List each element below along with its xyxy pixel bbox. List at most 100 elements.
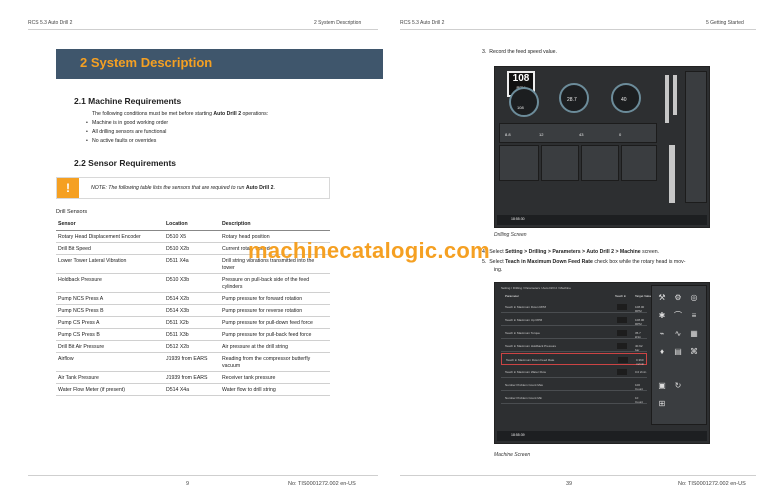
- network-icon[interactable]: ⌘: [687, 345, 701, 359]
- header-doc-title: RCS 5.3 Auto Drill 2: [28, 20, 73, 26]
- parameter-row[interactable]: Number Problem Count Min 10 Count: [501, 392, 647, 404]
- header-doc-title: RCS 5.3 Auto Drill 2: [400, 20, 445, 26]
- header-chapter: 2 System Description: [314, 20, 362, 26]
- pipe-icon[interactable]: ⊞: [655, 397, 669, 411]
- header-rule: [28, 29, 378, 30]
- control-tile: [581, 145, 619, 181]
- status-bar: 18:55:39: [497, 431, 707, 441]
- figure-caption: Drilling Screen: [494, 232, 527, 238]
- table-row: Air Tank Pressure J1939 from EARS Receiver…: [56, 371, 330, 384]
- cycle-icon[interactable]: ↻: [671, 379, 685, 393]
- table-caption: Drill Sensors: [56, 209, 88, 215]
- parameter-row[interactable]: Teach in Maximum Water Flow 0.0 l/min: [501, 366, 647, 378]
- cell-sensor: Lower Tower Lateral Vibration: [56, 254, 164, 274]
- cell-description: Pump pressure for pull-back feed force: [220, 328, 330, 341]
- teach-in-checkbox[interactable]: [617, 343, 627, 349]
- parameter-row[interactable]: Number Problem Count Max 100 Count: [501, 379, 647, 391]
- gauge-value: 28.7: [567, 97, 577, 103]
- cell-location: D511 X3b: [164, 328, 220, 341]
- note-callout: ! NOTE: The following table lists the se…: [56, 177, 330, 199]
- table-row: Pump CS Press A D511 X2b Pump pressure for…: [56, 316, 330, 329]
- cell-description: Reading from the compressor butterfly va…: [220, 352, 330, 372]
- bit-icon[interactable]: ♦: [655, 345, 669, 359]
- teach-in-checkbox[interactable]: [617, 317, 627, 323]
- cell-description: Water flow to drill string: [220, 383, 330, 396]
- table-row: Pump NCS Press A D514 X2b Pump pressure fo…: [56, 292, 330, 305]
- bullet-item: No active faults or overrides: [86, 138, 156, 144]
- cell-description: Pump pressure for pull-down feed force: [220, 316, 330, 329]
- level-bar: [673, 75, 677, 115]
- column-header: Location: [164, 218, 220, 231]
- autodrill-icon[interactable]: ▣: [655, 379, 669, 393]
- footer-doc-number: No: TIS0001272.002 en-US: [288, 481, 356, 487]
- footer-page-number: 9: [186, 481, 190, 487]
- cell-description: Pump pressure for reverse rotation: [220, 304, 330, 317]
- cell-location: D510 X2b: [164, 242, 220, 255]
- control-tile: [499, 145, 539, 181]
- cell-description: Pressure on pull-back side of the feed c…: [220, 273, 330, 293]
- breadcrumb: Setting / Drilling / Parameters / Auto D…: [501, 286, 571, 290]
- cell-location: J1939 from EARS: [164, 352, 220, 372]
- tune-icon[interactable]: ≡: [687, 309, 701, 323]
- signal-icon[interactable]: ⌁: [655, 327, 669, 341]
- globe-icon[interactable]: ◎: [687, 291, 701, 305]
- column-header: Teach in: [615, 294, 627, 298]
- cell-sensor: Pump CS Press B: [56, 328, 164, 341]
- drilling-screen-image: 108 RPM 108 28.7 40 8.8 12 43 0 18:55:30: [494, 66, 710, 228]
- chapter-title: 2 System Description: [80, 55, 213, 70]
- layers-icon[interactable]: ▤: [671, 345, 685, 359]
- cell-description: Receiver tank pressure: [220, 371, 330, 384]
- cell-sensor: Drill Bit Air Pressure: [56, 340, 164, 353]
- arc-icon[interactable]: ⌒: [671, 309, 685, 323]
- section-title-machine-requirements: 2.1 Machine Requirements: [74, 96, 182, 106]
- teach-in-checkbox[interactable]: [618, 357, 628, 363]
- side-panel: [685, 71, 707, 203]
- parameter-row[interactable]: Teach in Maximum Holdback Pressure 40.92 …: [501, 340, 647, 352]
- teach-in-checkbox[interactable]: [617, 304, 627, 310]
- status-tile-row: [499, 123, 657, 143]
- chart-icon[interactable]: ∿: [671, 327, 685, 341]
- section-title-sensor-requirements: 2.2 Sensor Requirements: [74, 158, 177, 168]
- footer-doc-number: No: TIS0001272.002 en-US: [678, 481, 746, 487]
- step-4: 4. Select Setting > Drilling > Parameter…: [482, 249, 660, 255]
- machine-screen-image: Setting / Drilling / Parameters / Auto D…: [494, 282, 710, 444]
- cell-sensor: Pump NCS Press A: [56, 292, 164, 305]
- table-header-row: Sensor Location Description: [56, 218, 330, 231]
- cell-sensor: Holdback Pressure: [56, 273, 164, 293]
- footer-rule: [400, 475, 756, 476]
- teach-in-checkbox[interactable]: [617, 369, 627, 375]
- cell-location: D511 X2b: [164, 316, 220, 329]
- teach-in-checkbox[interactable]: [617, 330, 627, 336]
- step-5: 5. Select Teach in Maximum Down Feed Rat…: [482, 259, 686, 265]
- bullet-item: All drilling sensors are functional: [86, 129, 166, 135]
- parameter-row[interactable]: Teach in Maximum Up RPM 108.00 RPM: [501, 314, 647, 326]
- parameter-row-selected[interactable]: Teach in Maximum Down Feed Rate 0.360 m/m…: [501, 353, 647, 366]
- cell-location: D514 X3b: [164, 304, 220, 317]
- status-bar: 18:55:30: [497, 215, 707, 225]
- table-row: Drill Bit Air Pressure D512 X2b Air pressu…: [56, 340, 330, 353]
- column-header: Parameter: [505, 294, 520, 298]
- control-tile: [621, 145, 657, 181]
- cell-location: D512 X2b: [164, 340, 220, 353]
- cell-description: Pump pressure for forward rotation: [220, 292, 330, 305]
- parameter-row[interactable]: Teach in Maximum Down RPM 108.00 RPM: [501, 301, 647, 313]
- chapter-banner: 2 System Description: [56, 49, 383, 79]
- control-tile: [541, 145, 579, 181]
- drill-icon[interactable]: ⚒: [655, 291, 669, 305]
- column-header: Target Value: [635, 294, 652, 298]
- parameter-row[interactable]: Teach in Maximum Torque 35.7 kNm: [501, 327, 647, 339]
- table-row: Holdback Pressure D510 X3b Pressure on pul…: [56, 273, 330, 293]
- parameters-icon[interactable]: ⚙: [671, 291, 685, 305]
- cell-sensor: Pump CS Press A: [56, 316, 164, 329]
- tile-value: 8.8: [505, 132, 511, 137]
- table-row: Pump NCS Press B D514 X3b Pump pressure fo…: [56, 304, 330, 317]
- grid-icon[interactable]: ▦: [687, 327, 701, 341]
- cell-sensor: Water Flow Meter (if present): [56, 383, 164, 396]
- cell-sensor: Airflow: [56, 352, 164, 372]
- gauge-value: 40: [621, 97, 627, 103]
- cell-location: D514 X4a: [164, 383, 220, 396]
- level-bar: [665, 75, 669, 123]
- rpm-gauge: [509, 87, 539, 117]
- tools-icon[interactable]: ✱: [655, 309, 669, 323]
- cell-location: D510 X3b: [164, 273, 220, 293]
